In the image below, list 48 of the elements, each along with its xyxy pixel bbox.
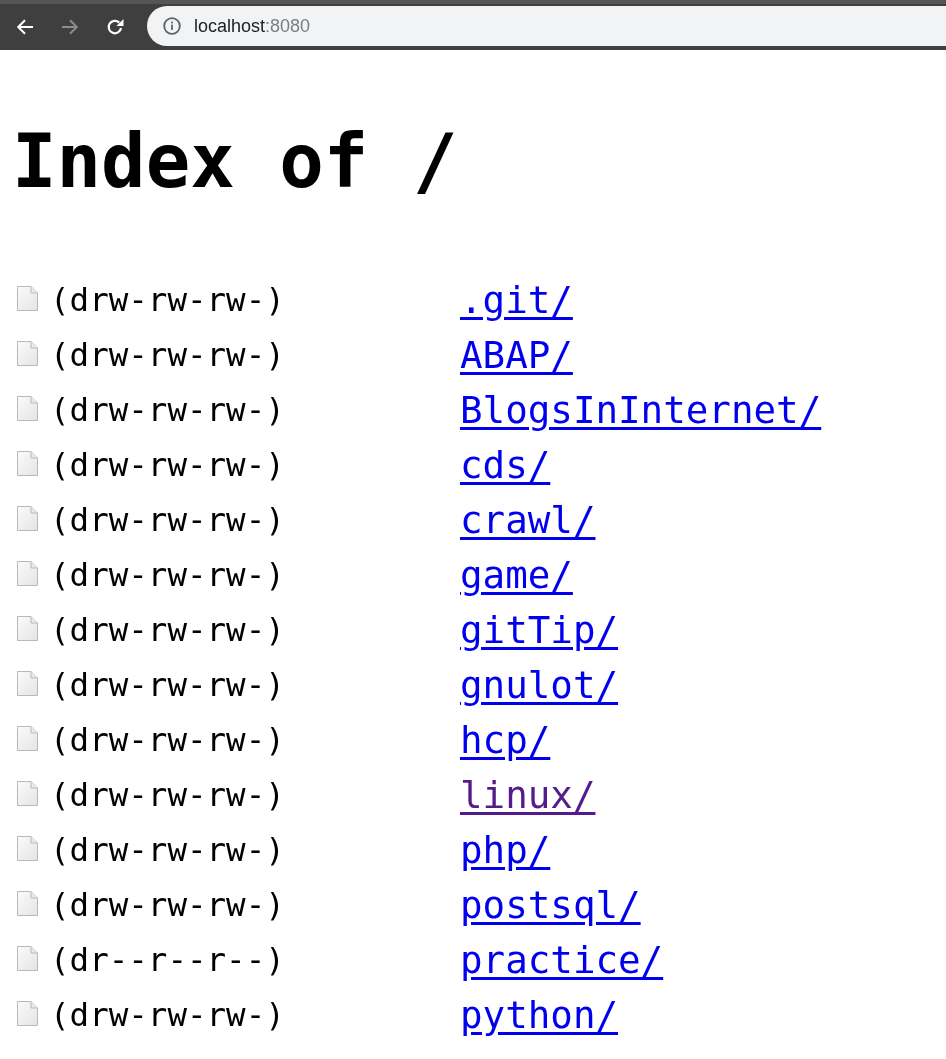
- file-icon: [17, 450, 38, 476]
- folder-link[interactable]: practice/: [460, 938, 664, 983]
- file-icon: [17, 615, 38, 641]
- permissions-text: (drw-rw-rw-): [50, 391, 286, 430]
- file-icon: [17, 340, 38, 366]
- folder-link[interactable]: .git/: [460, 278, 573, 323]
- permissions-text: (drw-rw-rw-): [50, 336, 286, 375]
- folder-link[interactable]: crawl/: [460, 498, 596, 543]
- file-icon: [17, 945, 38, 971]
- reload-icon[interactable]: [106, 18, 124, 36]
- file-icon: [17, 780, 38, 806]
- permissions-text: (drw-rw-rw-): [50, 281, 286, 320]
- permissions-text: (drw-rw-rw-): [50, 831, 286, 870]
- permissions-text: (drw-rw-rw-): [50, 501, 286, 540]
- permissions-text: (dr--r--r--): [50, 941, 286, 980]
- info-icon[interactable]: [163, 17, 181, 35]
- file-icon: [17, 395, 38, 421]
- url-text: localhost:8080: [194, 15, 311, 37]
- folder-link[interactable]: BlogsInInternet/: [460, 388, 822, 433]
- permissions-text: (drw-rw-rw-): [50, 886, 286, 925]
- folder-link[interactable]: python/: [460, 993, 619, 1038]
- folder-link[interactable]: gitTip/: [460, 608, 619, 653]
- back-arrow-icon[interactable]: [16, 18, 34, 36]
- folder-link[interactable]: cds/: [460, 443, 551, 488]
- permissions-text: (drw-rw-rw-): [50, 666, 286, 705]
- file-icon: [17, 670, 38, 696]
- permissions-text: (drw-rw-rw-): [50, 721, 286, 760]
- folder-link[interactable]: hcp/: [460, 718, 551, 763]
- file-icon: [17, 835, 38, 861]
- page-heading: Index of /: [12, 117, 459, 206]
- file-icon: [17, 890, 38, 916]
- file-icon: [17, 1000, 38, 1026]
- folder-link[interactable]: php/: [460, 828, 551, 873]
- folder-link[interactable]: ABAP/: [460, 333, 573, 378]
- folder-link[interactable]: linux/: [460, 773, 596, 818]
- folder-link[interactable]: game/: [460, 553, 573, 598]
- file-icon: [17, 560, 38, 586]
- file-icon: [17, 285, 38, 311]
- permissions-text: (drw-rw-rw-): [50, 996, 286, 1035]
- permissions-text: (drw-rw-rw-): [50, 556, 286, 595]
- folder-link[interactable]: postsql/: [460, 883, 641, 928]
- file-icon: [17, 505, 38, 531]
- folder-link[interactable]: gnulot/: [460, 663, 619, 708]
- address-field[interactable]: localhost:8080: [147, 6, 946, 46]
- file-icon: [17, 725, 38, 751]
- permissions-text: (drw-rw-rw-): [50, 611, 286, 650]
- permissions-text: (drw-rw-rw-): [50, 446, 286, 485]
- permissions-text: (drw-rw-rw-): [50, 776, 286, 815]
